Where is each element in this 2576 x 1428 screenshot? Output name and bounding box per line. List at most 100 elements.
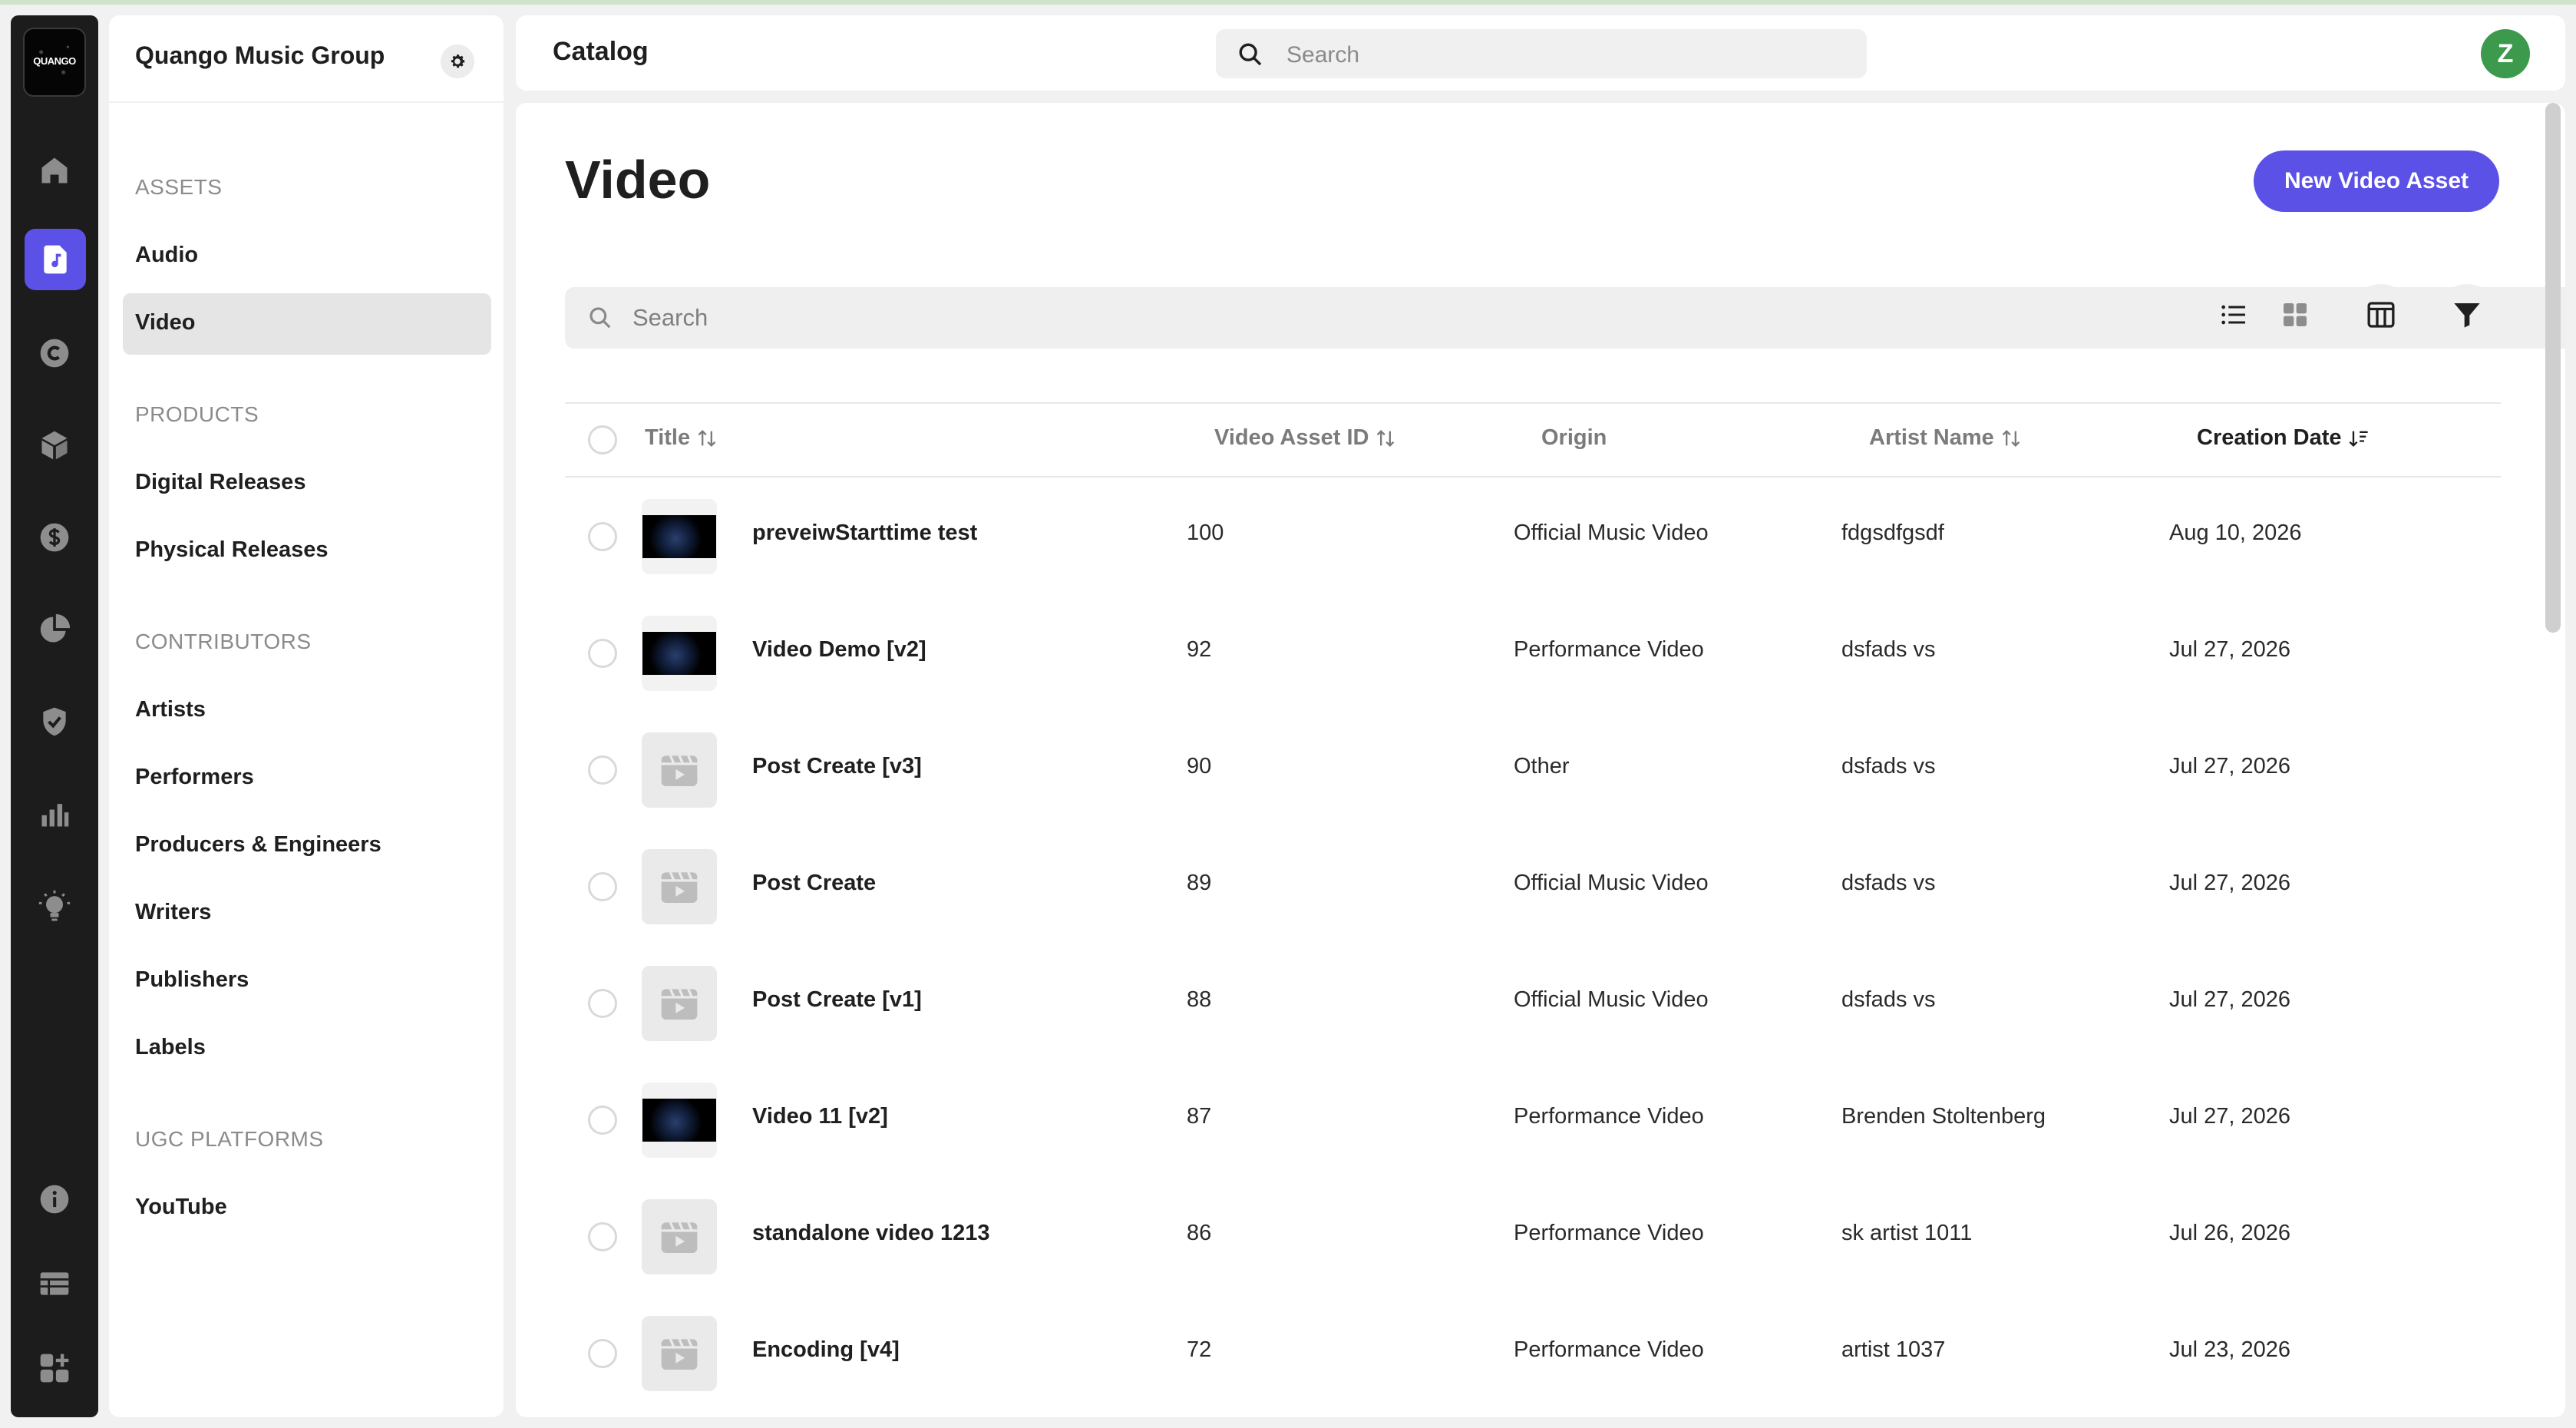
select-all-checkbox[interactable] <box>588 425 617 455</box>
table-row[interactable]: Post Create 89 Official Music Video dsfads … <box>565 828 2501 944</box>
cell-title[interactable]: Post Create [v1] <box>752 987 922 1013</box>
table-header-top-border <box>565 402 2501 404</box>
column-title-label: Title <box>645 425 691 450</box>
sidebar-item-digital-releases[interactable]: Digital Releases <box>135 470 305 495</box>
sidebar-item-youtube[interactable]: YouTube <box>135 1195 227 1220</box>
table-row[interactable]: Post Create [v1] 88 Official Music Video ds… <box>565 944 2501 1061</box>
page-scrollbar[interactable] <box>2545 103 2561 633</box>
sidebar-item-artists[interactable]: Artists <box>135 697 206 722</box>
logo-text: QUANGO <box>33 55 76 67</box>
pie-chart-icon[interactable] <box>31 607 78 653</box>
sidebar-item-publishers[interactable]: Publishers <box>135 967 249 993</box>
cell-creation-date: Jul 27, 2026 <box>2169 987 2291 1012</box>
global-search-placeholder: Search <box>1286 42 1360 68</box>
gear-icon[interactable] <box>441 45 474 78</box>
row-checkbox[interactable] <box>588 522 617 551</box>
video-thumbnail <box>642 1083 717 1158</box>
video-thumbnail <box>642 616 717 691</box>
bar-chart-icon[interactable] <box>31 791 78 837</box>
table-row[interactable]: Video Demo [v2] 92 Performance Video dsfads… <box>565 594 2501 711</box>
cell-title[interactable]: preveiwStarttime test <box>752 521 977 546</box>
filter-icon[interactable] <box>2436 284 2498 345</box>
column-artist-name-label: Artist Name <box>1869 425 1994 450</box>
top-header: Catalog Search Z <box>516 15 2565 91</box>
row-checkbox[interactable] <box>588 1339 617 1368</box>
dollar-icon[interactable] <box>31 514 78 560</box>
sidebar-item-labels[interactable]: Labels <box>135 1035 206 1060</box>
column-title[interactable]: Title <box>645 425 718 451</box>
search-icon <box>1239 43 1262 66</box>
cell-origin: Performance Video <box>1514 1337 1704 1362</box>
sidebar-item-performers[interactable]: Performers <box>135 765 254 790</box>
section-contributors: CONTRIBUTORS <box>135 630 312 653</box>
cell-origin: Official Music Video <box>1514 871 1709 895</box>
section-products: PRODUCTS <box>135 402 259 426</box>
cell-origin: Performance Video <box>1514 637 1704 662</box>
cube-icon[interactable] <box>31 422 78 468</box>
column-creation-date-label: Creation Date <box>2197 425 2342 450</box>
cell-creation-date: Aug 10, 2026 <box>2169 521 2302 545</box>
breadcrumb[interactable]: Catalog <box>553 37 649 67</box>
table-row[interactable]: preveiwStarttime test 100 Official Music V… <box>565 478 2501 594</box>
cell-title[interactable]: Encoding [v4] <box>752 1337 900 1363</box>
table-row[interactable]: Encoding [v4] 72 Performance Video artist 1… <box>565 1294 2501 1411</box>
column-origin[interactable]: Origin <box>1541 425 1607 451</box>
copyright-icon[interactable] <box>31 330 78 376</box>
columns-icon[interactable] <box>2350 284 2412 345</box>
table-icon[interactable] <box>31 1261 78 1307</box>
table-row[interactable]: Video 11 [v2] 87 Performance Video Brenden … <box>565 1061 2501 1178</box>
home-icon[interactable] <box>31 147 78 193</box>
list-view-icon[interactable] <box>2203 284 2264 345</box>
app-rail: QUANGO <box>11 15 98 1417</box>
apps-add-icon[interactable] <box>31 1345 78 1391</box>
sidebar-item-video[interactable]: Video <box>135 310 195 336</box>
cell-title[interactable]: Post Create [v3] <box>752 754 922 779</box>
cell-title[interactable]: standalone video 1213 <box>752 1221 989 1246</box>
cell-artist-name: dsfads vs <box>1841 871 1936 895</box>
row-checkbox[interactable] <box>588 1222 617 1251</box>
row-checkbox[interactable] <box>588 1106 617 1135</box>
table-search-placeholder: Search <box>632 304 708 331</box>
table-row[interactable]: Post Create [v3] 90 Other dsfads vs Jul 27, … <box>565 711 2501 828</box>
sidebar-item-physical-releases[interactable]: Physical Releases <box>135 537 329 563</box>
grid-view-icon[interactable] <box>2264 284 2326 345</box>
sidebar: Quango Music Group ASSETS Audio Video PR… <box>109 15 504 1417</box>
cell-title[interactable]: Video 11 [v2] <box>752 1104 888 1129</box>
row-checkbox[interactable] <box>588 989 617 1018</box>
cell-title[interactable]: Video Demo [v2] <box>752 637 926 663</box>
cell-artist-name: dsfads vs <box>1841 987 1936 1012</box>
cell-creation-date: Jul 27, 2026 <box>2169 1104 2291 1129</box>
info-icon[interactable] <box>31 1176 78 1222</box>
lightbulb-icon[interactable] <box>31 883 78 929</box>
music-file-icon[interactable] <box>25 229 86 290</box>
sort-icon <box>698 429 716 447</box>
cell-creation-date: Jul 27, 2026 <box>2169 754 2291 778</box>
column-artist-name[interactable]: Artist Name <box>1869 425 2022 451</box>
avatar[interactable]: Z <box>2481 29 2530 78</box>
video-placeholder-icon <box>642 1199 717 1274</box>
org-name: Quango Music Group <box>135 41 385 69</box>
shield-check-icon[interactable] <box>31 699 78 745</box>
cell-creation-date: Jul 27, 2026 <box>2169 637 2291 662</box>
cell-video-asset-id: 92 <box>1187 637 1212 662</box>
cell-artist-name: dsfads vs <box>1841 637 1936 662</box>
cell-video-asset-id: 90 <box>1187 754 1212 778</box>
column-video-asset-id[interactable]: Video Asset ID <box>1214 425 1396 451</box>
table-row[interactable]: standalone video 1213 86 Performance Video… <box>565 1178 2501 1294</box>
row-checkbox[interactable] <box>588 755 617 785</box>
row-checkbox[interactable] <box>588 872 617 901</box>
row-checkbox[interactable] <box>588 639 617 668</box>
page-title: Video <box>565 150 711 210</box>
column-creation-date[interactable]: Creation Date <box>2197 425 2370 451</box>
app-logo[interactable]: QUANGO <box>23 28 86 97</box>
column-video-asset-id-label: Video Asset ID <box>1214 425 1369 450</box>
global-search-input[interactable]: Search <box>1216 29 1867 78</box>
sidebar-item-writers[interactable]: Writers <box>135 900 211 925</box>
sidebar-item-audio[interactable]: Audio <box>135 243 198 268</box>
new-video-asset-button[interactable]: New Video Asset <box>2254 150 2499 212</box>
sidebar-item-producers-engineers[interactable]: Producers & Engineers <box>135 832 381 858</box>
search-icon <box>590 307 611 329</box>
cell-creation-date: Jul 23, 2026 <box>2169 1337 2291 1362</box>
cell-title[interactable]: Post Create <box>752 871 876 896</box>
cell-creation-date: Jul 27, 2026 <box>2169 871 2291 895</box>
